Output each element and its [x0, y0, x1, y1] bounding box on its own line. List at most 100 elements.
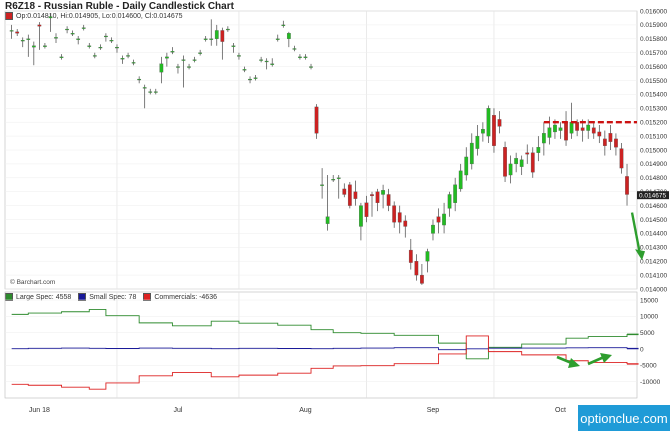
candle-body [453, 184, 458, 203]
price-tick-label: 0.015600 [640, 64, 667, 71]
candle-body [187, 66, 191, 68]
cot-arrow-1-head [568, 358, 580, 368]
candle-body [525, 152, 530, 155]
candle-body [386, 194, 391, 206]
candle-body [65, 28, 69, 31]
candle-body [569, 122, 574, 134]
candle-body [54, 37, 58, 39]
candle-body [15, 31, 20, 34]
candle-body [153, 91, 158, 93]
cot-series-line [11, 309, 639, 360]
candle-body [314, 106, 319, 134]
candle-body [541, 133, 546, 144]
candle-body [392, 205, 397, 223]
candle-body [353, 191, 358, 199]
cot-tick-label: 10000 [640, 314, 658, 321]
candle-body [76, 38, 81, 40]
cot-grid [4, 291, 638, 399]
candle-body [286, 33, 291, 39]
candle-body [436, 216, 441, 223]
last-price-label: 0.014675 [639, 193, 666, 200]
candle-body [469, 142, 474, 165]
price-tick-label: 0.015400 [640, 92, 667, 99]
candle-body [536, 147, 541, 153]
candle-body [303, 56, 308, 58]
candle-body [503, 147, 507, 177]
candle-body [347, 184, 352, 206]
cot-lines [11, 309, 639, 390]
candle-body [159, 63, 164, 73]
x-tick-label: Sep [427, 407, 440, 414]
candle-body [142, 87, 147, 89]
candle-body [165, 56, 169, 59]
candle-body [81, 27, 86, 29]
candle-body [248, 78, 252, 81]
cot-arrow-2-shaft [587, 355, 605, 366]
candle-body [259, 59, 263, 61]
price-tick-label: 0.014500 [640, 217, 667, 224]
x-axis: Jun 18 Jul Aug Sep Oct [29, 407, 566, 414]
x-tick-label: Jun 18 [29, 407, 50, 414]
candle-body [92, 55, 97, 57]
price-grid [4, 10, 638, 290]
cot-tick-label: -10000 [640, 379, 661, 386]
price-tick-label: 0.016000 [640, 8, 667, 15]
candle-body [547, 127, 552, 138]
candle-body [625, 176, 629, 195]
candle-body [237, 55, 241, 57]
candle-body [209, 38, 214, 40]
candle-body [325, 216, 330, 224]
price-axis: 0.016000 0.015900 0.015800 0.015700 0.015600… [640, 8, 667, 293]
price-tick-label: 0.014100 [640, 272, 667, 279]
cot-tick-label: -5000 [640, 363, 657, 370]
candle-body [486, 108, 491, 137]
candle-body [458, 170, 463, 190]
candle-body [431, 224, 435, 234]
candle-body [203, 38, 208, 40]
candle-body [298, 56, 302, 58]
price-tick-label: 0.014000 [640, 286, 667, 293]
candle-body [619, 148, 624, 169]
candle-body [608, 133, 613, 142]
price-tick-label: 0.015100 [640, 133, 667, 140]
candle-body [70, 33, 75, 35]
candle-body [530, 152, 535, 173]
candle-body [48, 16, 53, 19]
candle-body [614, 138, 618, 148]
candle-body [481, 128, 485, 134]
chart-canvas: 0.016000 0.015900 0.015800 0.015700 0.015600… [4, 8, 669, 414]
price-tick-label: 0.015300 [640, 106, 667, 113]
candle-body [148, 91, 153, 93]
candle-body [20, 40, 25, 42]
candle-body [131, 62, 136, 64]
candle-body [270, 63, 275, 65]
candle-body [98, 46, 103, 49]
candle-body [9, 30, 14, 32]
candle-body [59, 56, 64, 58]
candle-body [408, 249, 413, 263]
candle-body [475, 135, 480, 149]
price-tick-label: 0.015800 [640, 36, 667, 43]
candle-body [553, 124, 557, 133]
price-tick-label: 0.014800 [640, 175, 667, 182]
candle-body [275, 38, 280, 40]
x-tick-label: Jul [173, 407, 182, 414]
candle-body [176, 66, 180, 68]
candle-body [115, 46, 119, 49]
candle-body [497, 119, 502, 127]
candle-body [359, 205, 363, 227]
candle-body [126, 55, 130, 57]
candle-body [375, 191, 380, 203]
candle-body [336, 177, 341, 179]
candle-body [364, 202, 369, 217]
candle-body [37, 24, 42, 27]
candle-body [514, 158, 519, 165]
candle-body [370, 194, 374, 197]
price-tick-label: 0.015200 [640, 120, 667, 127]
candle-body [181, 59, 186, 61]
cot-frame [4, 291, 638, 399]
candle-body [508, 163, 513, 176]
cot-tick-label: 0 [640, 346, 644, 353]
price-tick-label: 0.014400 [640, 231, 667, 238]
candle-body [425, 251, 430, 262]
